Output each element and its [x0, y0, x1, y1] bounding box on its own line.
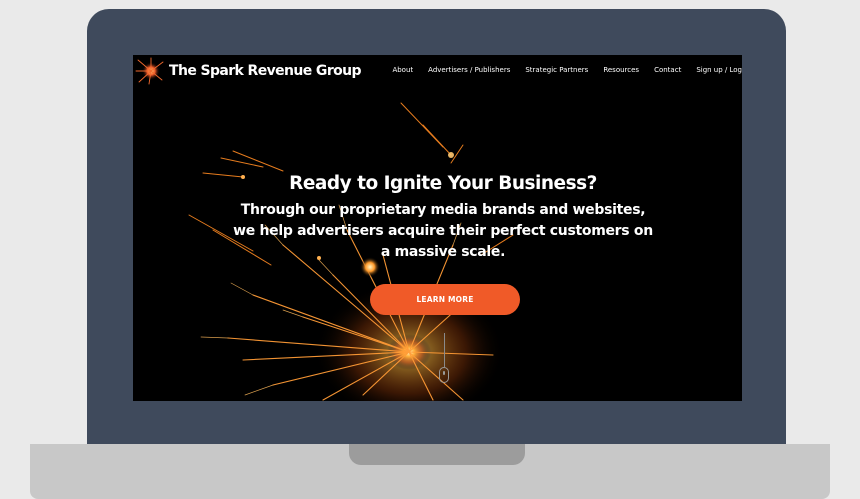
learn-more-button[interactable]: LEARN MORE [370, 284, 520, 315]
brand-name: The Spark Revenue Group [169, 63, 362, 79]
laptop-notch [349, 444, 525, 465]
nav-item-advertisers-publishers[interactable]: Advertisers / Publishers [428, 66, 510, 74]
site-logo[interactable]: The Spark Revenue Group [135, 57, 362, 85]
hero-section: Ready to Ignite Your Business? Through o… [229, 171, 657, 263]
mockup-stage: The Spark Revenue Group About Advertiser… [0, 0, 860, 499]
hero-subtitle: Through our proprietary media brands and… [233, 202, 653, 260]
nav-item-strategic-partners[interactable]: Strategic Partners [525, 66, 588, 74]
scroll-indicator-line [444, 333, 445, 367]
nav-item-resources[interactable]: Resources [603, 66, 639, 74]
nav-item-about[interactable]: About [392, 66, 413, 74]
hero-title: Ready to Ignite Your Business? [289, 173, 597, 194]
main-nav: About Advertisers / Publishers Strategic… [392, 66, 742, 74]
nav-item-sign-up-login[interactable]: Sign up / Log [696, 66, 742, 74]
website-screen: The Spark Revenue Group About Advertiser… [133, 55, 742, 401]
spark-burst-icon [135, 57, 164, 85]
scroll-mouse-icon[interactable] [439, 367, 449, 383]
nav-item-contact[interactable]: Contact [654, 66, 681, 74]
